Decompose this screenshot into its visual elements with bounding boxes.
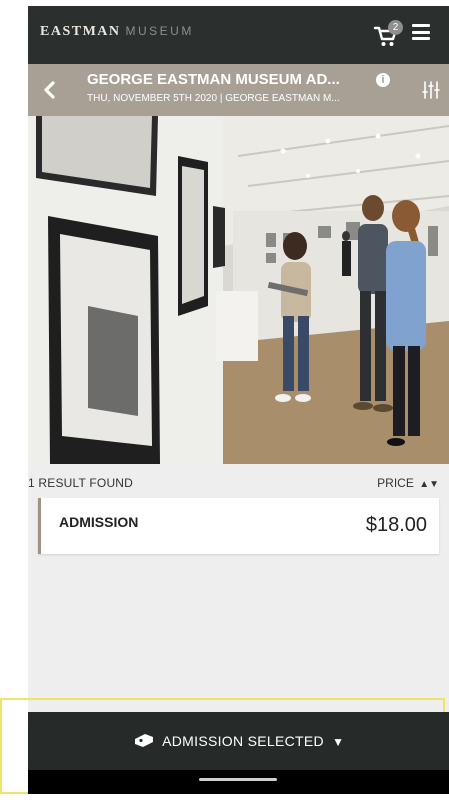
price-sort-label: PRICE xyxy=(377,476,414,490)
event-image xyxy=(28,116,449,464)
dropdown-caret-icon: ▼ xyxy=(332,735,345,749)
system-home-indicator-bar xyxy=(28,770,449,794)
home-indicator[interactable] xyxy=(199,778,277,781)
price-sort-toggle[interactable]: PRICE ▲▼ xyxy=(377,476,439,490)
event-header: GEORGE EASTMAN MUSEUM AD... THU, NOVEMBE… xyxy=(28,64,449,116)
results-count-label: 1 RESULT FOUND xyxy=(28,476,134,490)
chevron-left-icon[interactable] xyxy=(40,80,60,100)
selected-ticket-label: ADMISSION SELECTED xyxy=(162,733,324,749)
event-title: GEORGE EASTMAN MUSEUM AD... xyxy=(87,71,340,88)
sort-arrows-icon: ▲▼ xyxy=(419,479,439,490)
cart-button[interactable]: 2 xyxy=(373,20,403,48)
ticket-price: $18.00 xyxy=(365,514,427,536)
ticket-name: ADMISSION xyxy=(59,514,139,530)
eastman-museum-logo[interactable]: EASTMAN MUSEUM xyxy=(40,24,194,40)
ticket-card-admission[interactable]: ADMISSION $18.00 xyxy=(38,498,439,554)
logo-text-light: MUSEUM xyxy=(125,24,194,38)
info-icon[interactable]: i xyxy=(376,73,390,87)
top-navigation-bar: EASTMAN MUSEUM 2 xyxy=(28,6,449,64)
selected-ticket-bar[interactable]: ADMISSION SELECTED ▼ xyxy=(28,712,449,770)
sliders-icon[interactable] xyxy=(421,79,441,101)
selected-ticket-summary[interactable]: ADMISSION SELECTED ▼ xyxy=(28,733,449,749)
hamburger-menu-icon[interactable] xyxy=(412,24,430,40)
ticket-icon xyxy=(134,734,153,747)
cart-count-badge: 2 xyxy=(388,20,403,35)
logo-text-bold: EASTMAN xyxy=(40,24,121,39)
gallery-scene-image xyxy=(28,116,449,464)
event-subtitle: THU, NOVEMBER 5TH 2020 | GEORGE EASTMAN … xyxy=(87,93,340,104)
app-screen: EASTMAN MUSEUM 2 GEORGE EASTMAN MUSEUM A… xyxy=(28,6,449,794)
results-toolbar: 1 RESULT FOUND PRICE ▲▼ xyxy=(28,464,449,498)
